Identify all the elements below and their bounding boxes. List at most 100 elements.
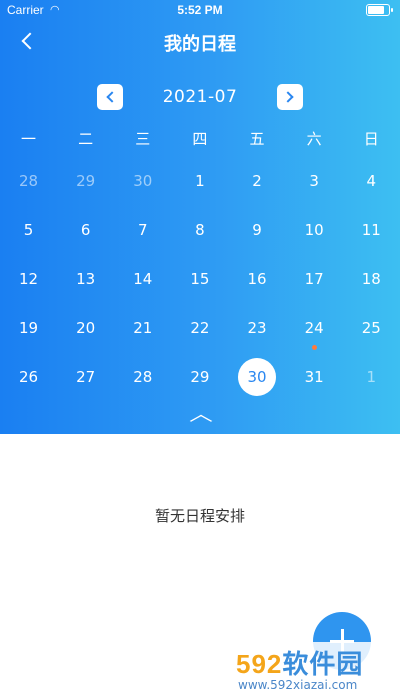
calendar-day[interactable]: 30 [114,156,171,205]
calendar-day-number: 14 [133,269,153,288]
next-month-button[interactable] [277,84,303,110]
calendar-day[interactable]: 17 [286,254,343,303]
calendar-day-number: 1 [195,171,205,190]
calendar-day[interactable]: 29 [57,156,114,205]
calendar-day[interactable]: 13 [57,254,114,303]
calendar-day[interactable]: 6 [57,205,114,254]
calendar-day[interactable]: 9 [229,205,286,254]
battery-fill [368,6,385,14]
calendar-day[interactable]: 28 [0,156,57,205]
status-time: 5:52 PM [177,3,223,17]
calendar-day[interactable]: 2 [229,156,286,205]
calendar-day[interactable]: 1 [171,156,228,205]
calendar-day[interactable]: 5 [0,205,57,254]
calendar-day[interactable]: 27 [57,352,114,401]
calendar-day[interactable]: 20 [57,303,114,352]
collapse-calendar-button[interactable] [186,407,216,428]
calendar-day-number: 30 [247,367,267,386]
calendar-day-number: 6 [80,220,91,239]
calendar-day[interactable]: 29 [171,352,228,401]
calendar-day[interactable]: 19 [0,303,57,352]
calendar-week-row: 26 27 28 29 30 31 1 [0,352,400,401]
calendar-day[interactable]: 28 [114,352,171,401]
calendar-day-number: 24 [304,318,324,337]
calendar-day-selected[interactable]: 30 [229,352,286,401]
watermark-logo: 592软件园 [236,644,363,681]
calendar-day-number: 23 [247,318,267,337]
calendar-day-number: 16 [247,269,267,288]
battery-icon [366,4,393,16]
month-label: 2021-07 [162,87,238,107]
chevron-right-icon [282,91,294,103]
status-bar: Carrier ◠ 5:52 PM [0,0,400,20]
calendar-day-number: 22 [190,318,210,337]
calendar-day-number: 25 [361,318,381,337]
calendar-day[interactable]: 25 [343,303,400,352]
calendar-week-row: 19 20 21 22 23 24 25 [0,303,400,352]
calendar-day[interactable]: 8 [171,205,228,254]
calendar-day-number: 4 [366,171,377,190]
calendar-header-panel: Carrier ◠ 5:52 PM 我的日程 2021-07 一 二 三 四 五 六 日 2… [0,0,400,434]
calendar-day-number: 10 [304,220,324,239]
calendar-day-number: 26 [19,367,39,386]
calendar-day[interactable]: 16 [229,254,286,303]
weekday-label: 日 [363,130,379,148]
watermark-url: www.592xiazai.com [238,678,358,692]
calendar-day[interactable]: 10 [286,205,343,254]
calendar-day[interactable]: 1 [343,352,400,401]
calendar-day-number: 13 [76,269,96,288]
calendar-day[interactable]: 18 [343,254,400,303]
event-dot-icon [311,345,317,350]
month-navigator: 2021-07 [0,84,400,112]
calendar-day[interactable]: 22 [171,303,228,352]
calendar-week-row: 28 29 30 1 2 3 4 [0,156,400,205]
weekday-header: 一二三四五六日 [0,128,400,149]
calendar-day-number: 9 [252,220,262,239]
weekday-label: 三 [135,130,151,148]
calendar-day-number: 8 [195,220,205,239]
weekday-label: 一 [21,130,37,148]
calendar-day-number: 17 [304,269,324,288]
calendar-day[interactable]: 31 [286,352,343,401]
calendar-day-number: 27 [76,367,96,386]
calendar-day-number: 2 [252,171,262,190]
calendar-day-number: 11 [361,220,381,239]
weekday-label: 五 [249,130,265,148]
calendar-day[interactable]: 14 [114,254,171,303]
chevron-up-icon [189,414,213,428]
watermark-digits: 592 [236,649,283,679]
weekday-label: 二 [78,130,94,148]
calendar-day[interactable]: 12 [0,254,57,303]
calendar-day-number: 1 [366,367,377,386]
calendar-day[interactable]: 23 [229,303,286,352]
calendar-day-number: 31 [304,367,324,386]
watermark-text: 软件园 [282,649,364,679]
weekday-label: 四 [192,130,208,148]
page-title: 我的日程 [164,34,236,55]
calendar-day-number: 12 [19,269,39,288]
calendar-day-number: 21 [133,318,153,337]
calendar-day[interactable]: 26 [0,352,57,401]
calendar-day-number: 3 [309,171,319,190]
calendar-day-number: 28 [19,171,39,190]
weekday-label: 六 [306,130,322,148]
calendar-day[interactable]: 15 [171,254,228,303]
empty-schedule-text: 暂无日程安排 [154,507,245,525]
calendar-grid: 28 29 30 1 2 3 4 5 6 7 8 9 10 11 12 13 14 15 16 17 18 19 20 21 2… [0,156,400,401]
calendar-week-row: 12 13 14 15 16 17 18 [0,254,400,303]
calendar-day[interactable]: 4 [343,156,400,205]
calendar-day[interactable]: 21 [114,303,171,352]
calendar-day-number: 15 [190,269,210,288]
calendar-day[interactable]: 7 [114,205,171,254]
calendar-day-number: 28 [133,367,153,386]
calendar-day-number: 20 [76,318,96,337]
calendar-day-number: 18 [361,269,381,288]
calendar-day[interactable]: 24 [286,303,343,352]
calendar-day-number: 29 [76,171,96,190]
watermark: 592软件园 www.592xiazai.com [226,642,400,700]
calendar-day-number: 30 [133,171,153,190]
calendar-day-number: 19 [19,318,39,337]
calendar-day[interactable]: 3 [286,156,343,205]
calendar-day[interactable]: 11 [343,205,400,254]
calendar-day-number: 5 [23,220,34,239]
